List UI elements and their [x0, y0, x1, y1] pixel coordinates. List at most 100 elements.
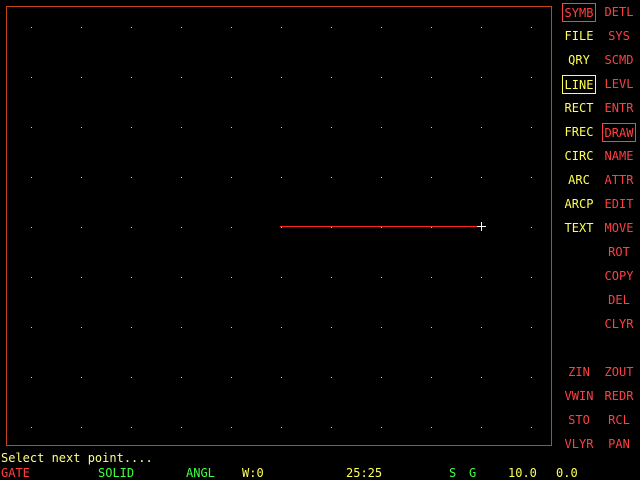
status-width: W:0 — [242, 466, 264, 480]
grid-dot — [331, 127, 332, 128]
grid-dot — [331, 227, 332, 228]
grid-dot — [31, 127, 32, 128]
menu-item-line[interactable]: LINE — [562, 75, 596, 94]
grid-dot — [431, 327, 432, 328]
grid-dot — [31, 177, 32, 178]
grid-dot — [281, 127, 282, 128]
menu-item-arc[interactable]: ARC — [562, 171, 596, 190]
grid-dot — [281, 277, 282, 278]
grid-dot — [481, 177, 482, 178]
menu-item-clyr[interactable]: CLYR — [602, 315, 636, 334]
grid-dot — [281, 327, 282, 328]
menu-item-entr[interactable]: ENTR — [602, 99, 636, 118]
menu-item-draw[interactable]: DRAW — [602, 123, 636, 142]
grid-dot — [181, 227, 182, 228]
menu-item-text[interactable]: TEXT — [562, 219, 596, 238]
grid-dot — [81, 127, 82, 128]
grid-dot — [281, 27, 282, 28]
grid-dot — [181, 327, 182, 328]
grid-dot — [431, 227, 432, 228]
menu-item-vwin[interactable]: VWIN — [562, 387, 596, 406]
status-line-style: SOLID — [98, 466, 135, 480]
menu-item-detl[interactable]: DETL — [602, 3, 636, 22]
grid-dot — [31, 27, 32, 28]
grid-dot — [181, 127, 182, 128]
menu-item-sto[interactable]: STO — [562, 411, 596, 430]
grid-dot — [431, 377, 432, 378]
grid-dot — [531, 277, 532, 278]
menu-item-copy[interactable]: COPY — [602, 267, 636, 286]
grid-dot — [481, 77, 482, 78]
menu-item-rcl[interactable]: RCL — [602, 411, 636, 430]
grid-dot — [231, 377, 232, 378]
menu-item-edit[interactable]: EDIT — [602, 195, 636, 214]
grid-dot — [531, 77, 532, 78]
status-y-value: 0.0 — [556, 466, 578, 480]
menu-item-attr[interactable]: ATTR — [602, 171, 636, 190]
menu-item-frec[interactable]: FREC — [562, 123, 596, 142]
menu-item-sys[interactable]: SYS — [602, 27, 636, 46]
grid-dot — [331, 377, 332, 378]
grid-dot — [531, 177, 532, 178]
grid-dot — [181, 77, 182, 78]
menu-item-rect[interactable]: RECT — [562, 99, 596, 118]
grid-dot — [331, 27, 332, 28]
grid-dot — [531, 27, 532, 28]
grid-dot — [181, 427, 182, 428]
menu-item-pan[interactable]: PAN — [602, 435, 636, 454]
grid-dot — [131, 227, 132, 228]
grid-dot — [131, 427, 132, 428]
grid-dot — [81, 227, 82, 228]
grid-dot — [231, 277, 232, 278]
menu-item-levl[interactable]: LEVL — [602, 75, 636, 94]
menu-item-zin[interactable]: ZIN — [562, 363, 596, 382]
grid-dot — [31, 227, 32, 228]
status-grid: G — [469, 466, 477, 480]
crosshair-cursor-icon — [477, 222, 486, 231]
grid-dot — [331, 177, 332, 178]
status-coords: 25:25 — [346, 466, 383, 480]
grid-dot — [331, 77, 332, 78]
menu-item-move[interactable]: MOVE — [602, 219, 636, 238]
menu-item-redr[interactable]: REDR — [602, 387, 636, 406]
grid-dot — [431, 277, 432, 278]
grid-dot — [281, 377, 282, 378]
grid-dot — [131, 77, 132, 78]
grid-dot — [481, 27, 482, 28]
grid-dot — [381, 277, 382, 278]
grid-dot — [431, 177, 432, 178]
grid-dot — [231, 427, 232, 428]
menu-item-arcp[interactable]: ARCP — [562, 195, 596, 214]
menu-item-qry[interactable]: QRY — [562, 51, 596, 70]
grid-dot — [481, 277, 482, 278]
status-layer: GATE — [1, 466, 30, 480]
menu-item-scmd[interactable]: SCMD — [602, 51, 636, 70]
grid-dot — [231, 127, 232, 128]
menu-item-name[interactable]: NAME — [602, 147, 636, 166]
grid-dot — [381, 177, 382, 178]
menu-item-rot[interactable]: ROT — [602, 243, 636, 262]
grid-dot — [531, 327, 532, 328]
grid-dot — [181, 377, 182, 378]
status-snap: S — [449, 466, 457, 480]
grid-dot — [281, 77, 282, 78]
grid-dot — [481, 427, 482, 428]
grid-dot — [381, 327, 382, 328]
grid-dot — [381, 127, 382, 128]
grid-dot — [181, 27, 182, 28]
menu-item-del[interactable]: DEL — [602, 291, 636, 310]
grid-dot — [481, 127, 482, 128]
drawing-canvas[interactable] — [0, 0, 640, 480]
grid-dot — [431, 27, 432, 28]
menu-item-zout[interactable]: ZOUT — [602, 363, 636, 382]
grid-dot — [31, 377, 32, 378]
grid-dot — [81, 77, 82, 78]
grid-dot — [531, 127, 532, 128]
menu-item-vlyr[interactable]: VLYR — [562, 435, 596, 454]
grid-dot — [531, 427, 532, 428]
menu-item-symb[interactable]: SYMB — [562, 3, 596, 22]
menu-item-circ[interactable]: CIRC — [562, 147, 596, 166]
grid-dot — [431, 127, 432, 128]
menu-item-file[interactable]: FILE — [562, 27, 596, 46]
grid-dot — [131, 177, 132, 178]
